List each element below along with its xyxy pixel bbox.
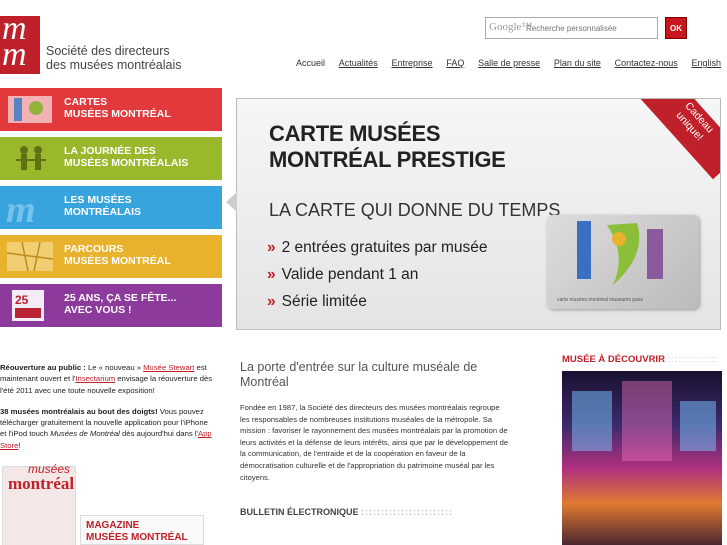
menu-label: MONTRÉALAIS [64, 206, 141, 218]
featured-museum-photo[interactable] [562, 371, 722, 545]
menu-cartes[interactable]: CARTES MUSÉES MONTRÉAL [0, 88, 222, 131]
nav-actualites[interactable]: Actualités [339, 58, 378, 72]
search-input[interactable] [526, 21, 654, 35]
heading-dots: :::::::::::::: [667, 354, 719, 365]
menu-label: LES MUSÉES [64, 194, 132, 206]
nav-accueil[interactable]: Accueil [296, 58, 325, 72]
site-logo[interactable]: m m Société des directeurs des musées mo… [0, 16, 200, 76]
logo-line-1: Société des directeurs [46, 44, 170, 58]
top-nav: Accueil Actualités Entreprise FAQ Salle … [296, 58, 721, 72]
menu-label: MUSÉES MONTRÉAL [64, 255, 171, 267]
banner-title-line-1: CARTE MUSÉES [269, 121, 441, 146]
bullet-arrow-icon: » [267, 293, 276, 310]
news-text: ! [18, 440, 21, 450]
news-column: Réouverture au public : Le « nouveau » M… [0, 362, 215, 461]
svg-text:25: 25 [15, 293, 29, 307]
magazine-logo: montréal [8, 474, 75, 493]
banner-title: CARTE MUSÉES MONTRÉAL PRESTIGE [269, 121, 506, 173]
menu-parcours[interactable]: PARCOURS MUSÉES MONTRÉAL [0, 235, 222, 278]
news-item: Réouverture au public : Le « nouveau » M… [0, 362, 215, 396]
featured-museum-label: MUSÉE À DÉCOUVRIR [562, 354, 665, 365]
menu-label: PARCOURS [64, 243, 124, 255]
bullet-text: Série limitée [281, 293, 367, 310]
logo-mark: m m [0, 16, 40, 74]
nav-salle-de-presse[interactable]: Salle de presse [478, 58, 540, 72]
magazine-promo[interactable]: musées montréal MAGAZINE MUSÉES MONTRÉAL [0, 458, 205, 545]
nav-entreprise[interactable]: Entreprise [392, 58, 433, 72]
banner-title-line-2: MONTRÉAL PRESTIGE [269, 147, 506, 172]
bulletin-label: BULLETIN ÉLECTRONIQUE [240, 507, 359, 518]
menu-musees[interactable]: m LES MUSÉES MONTRÉALAIS [0, 186, 222, 229]
right-column: MUSÉE À DÉCOUVRIR :::::::::::::: [562, 354, 722, 545]
museum-card-icon [8, 96, 52, 123]
news-lead: 38 musées montréalais au bout des doigts… [0, 406, 158, 416]
menu-label: LA JOURNÉE DES [64, 145, 156, 157]
featured-museum-heading: MUSÉE À DÉCOUVRIR :::::::::::::: [562, 354, 722, 365]
banner-bullet: » 2 entrées gratuites par musée [267, 239, 488, 257]
bulletin-heading: BULLETIN ÉLECTRONIQUE ::::::::::::::::::… [240, 507, 510, 517]
menu-journee[interactable]: LA JOURNÉE DES MUSÉES MONTRÉALAIS [0, 137, 222, 180]
intro-text: Fondée en 1987, la Société des directeur… [240, 403, 509, 482]
banner-subtitle: LA CARTE QUI DONNE DU TEMPS [269, 200, 561, 220]
menu-label: 25 ANS, ÇA SE FÊTE... [64, 292, 177, 304]
m-logo-icon: m [6, 190, 36, 225]
building-window [680, 401, 716, 451]
magazine-title: MAGAZINE MUSÉES MONTRÉAL [86, 520, 188, 544]
menu-label: MUSÉES MONTRÉALAIS [64, 157, 189, 169]
banner-bullet: » Valide pendant 1 an [267, 266, 418, 284]
menu-label: CARTES [64, 96, 108, 108]
magazine-title-line-2: MUSÉES MONTRÉAL [86, 532, 188, 543]
search-box: Google™ [485, 17, 658, 39]
map-icon [6, 241, 54, 272]
bullet-text: Valide pendant 1 an [281, 266, 419, 283]
center-column: La porte d'entrée sur la culture muséale… [240, 360, 510, 517]
section-title: La porte d'entrée sur la culture muséale… [240, 360, 478, 389]
gift-ribbon: Cadeau unique! [639, 99, 720, 180]
banner-pointer [226, 192, 237, 212]
svg-text:m: m [6, 190, 36, 225]
building-window [622, 381, 672, 461]
logo-line-2: des musées montréalais [46, 58, 182, 72]
link-musee-stewart[interactable]: Musée Stewart [143, 363, 194, 372]
heading-dots: ::::::::::::::::::::::: [361, 507, 453, 518]
menu-25-ans[interactable]: 25 25 ANS, ÇA SE FÊTE... AVEC VOUS ! [0, 284, 222, 327]
search-ok-button[interactable]: OK [665, 17, 687, 39]
bullet-arrow-icon: » [267, 266, 276, 283]
menu-label: AVEC VOUS ! [64, 304, 132, 316]
nav-english[interactable]: English [691, 58, 721, 72]
museum-card-image: carte musées montréal museums pass [547, 215, 699, 309]
25-years-icon: 25 [12, 290, 44, 321]
app-name: Musées de Montréal [50, 429, 120, 439]
news-text: Le « nouveau » [85, 363, 144, 372]
nav-faq[interactable]: FAQ [446, 58, 464, 72]
magazine-title-line-1: MAGAZINE [86, 520, 140, 531]
promo-banner[interactable]: CARTE MUSÉES MONTRÉAL PRESTIGE LA CARTE … [236, 98, 721, 330]
banner-bullet: » Série limitée [267, 293, 367, 311]
news-item: 38 musées montréalais au bout des doigts… [0, 406, 215, 451]
news-lead: Réouverture au public : [0, 363, 86, 372]
nav-plan-du-site[interactable]: Plan du site [554, 58, 601, 72]
menu-label: MUSÉES MONTRÉAL [64, 108, 171, 120]
building-window [572, 391, 612, 451]
bullet-arrow-icon: » [267, 239, 276, 256]
people-icon [16, 146, 46, 170]
card-caption: carte musées montréal museums pass [557, 297, 643, 303]
news-text: dès aujourd'hui dans l' [119, 429, 198, 439]
bullet-text: 2 entrées gratuites par musée [281, 239, 488, 256]
link-insectarium[interactable]: Insectarium [75, 374, 115, 383]
logo-name: Société des directeurs des musées montré… [46, 44, 181, 72]
nav-contactez-nous[interactable]: Contactez-nous [615, 58, 678, 72]
card-artwork [577, 221, 663, 285]
side-menu: CARTES MUSÉES MONTRÉAL LA JOURNÉE DES MUSÉ… [0, 88, 222, 333]
